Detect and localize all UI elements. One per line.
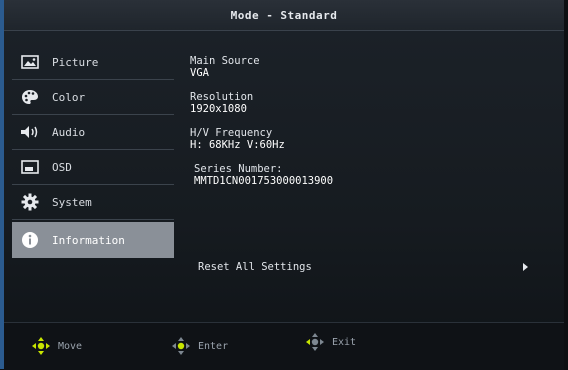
- resolution-block: Resolution 1920x1080: [190, 91, 560, 115]
- footer-exit-label: Exit: [332, 336, 357, 348]
- frequency-label: H/V Frequency: [190, 127, 273, 139]
- dpad-exit-icon: [306, 333, 324, 351]
- sidebar-item-label: System: [52, 195, 92, 209]
- footer-move: Move: [32, 337, 82, 355]
- footer-enter: Enter: [172, 337, 228, 355]
- sidebar-item-label: Audio: [52, 125, 86, 139]
- osd-title-bar: Mode - Standard: [4, 0, 564, 31]
- gear-icon: [18, 192, 42, 212]
- series-number-value: MMTD1CN001753000013900: [194, 175, 334, 187]
- sidebar-item-information[interactable]: Information: [12, 222, 174, 258]
- osd-footer: Move Enter Exit: [4, 322, 564, 370]
- footer-exit: Exit: [306, 333, 356, 351]
- reset-all-settings-row[interactable]: Reset All Settings: [198, 261, 528, 273]
- sidebar-item-color[interactable]: Color: [12, 80, 174, 115]
- main-source-label: Main Source: [190, 55, 260, 67]
- info-icon: [18, 230, 42, 250]
- sidebar-item-picture[interactable]: Picture: [12, 45, 174, 80]
- mode-title: Mode - Standard: [230, 8, 338, 22]
- osd-icon: [18, 157, 42, 177]
- sidebar-item-label: Color: [52, 90, 86, 104]
- information-panel: Main Source VGA Resolution 1920x1080 H/V…: [190, 55, 560, 199]
- palette-icon: [18, 87, 42, 107]
- osd-sidebar: Picture Color Audio OSD System Informati…: [12, 45, 174, 258]
- sidebar-item-osd[interactable]: OSD: [12, 150, 174, 185]
- sidebar-item-system[interactable]: System: [12, 185, 174, 220]
- chevron-right-icon: [523, 263, 528, 271]
- sidebar-item-audio[interactable]: Audio: [12, 115, 174, 150]
- series-number-block: Series Number: MMTD1CN001753000013900: [194, 163, 560, 187]
- speaker-icon: [18, 122, 42, 142]
- reset-all-settings-label: Reset All Settings: [198, 261, 312, 273]
- main-source-value: VGA: [190, 67, 209, 79]
- sidebar-item-label: OSD: [52, 160, 72, 174]
- sidebar-item-label: Information: [52, 233, 125, 247]
- picture-icon: [18, 52, 42, 72]
- frequency-block: H/V Frequency H: 68KHz V:60Hz: [190, 127, 560, 151]
- series-number-label: Series Number:: [194, 163, 283, 175]
- frequency-value: H: 68KHz V:60Hz: [190, 139, 285, 151]
- resolution-value: 1920x1080: [190, 103, 247, 115]
- footer-move-label: Move: [58, 340, 83, 352]
- sidebar-item-label: Picture: [52, 55, 99, 69]
- dpad-enter-icon: [172, 337, 190, 355]
- footer-enter-label: Enter: [198, 340, 229, 352]
- resolution-label: Resolution: [190, 91, 254, 103]
- main-source-block: Main Source VGA: [190, 55, 560, 79]
- dpad-move-icon: [32, 337, 50, 355]
